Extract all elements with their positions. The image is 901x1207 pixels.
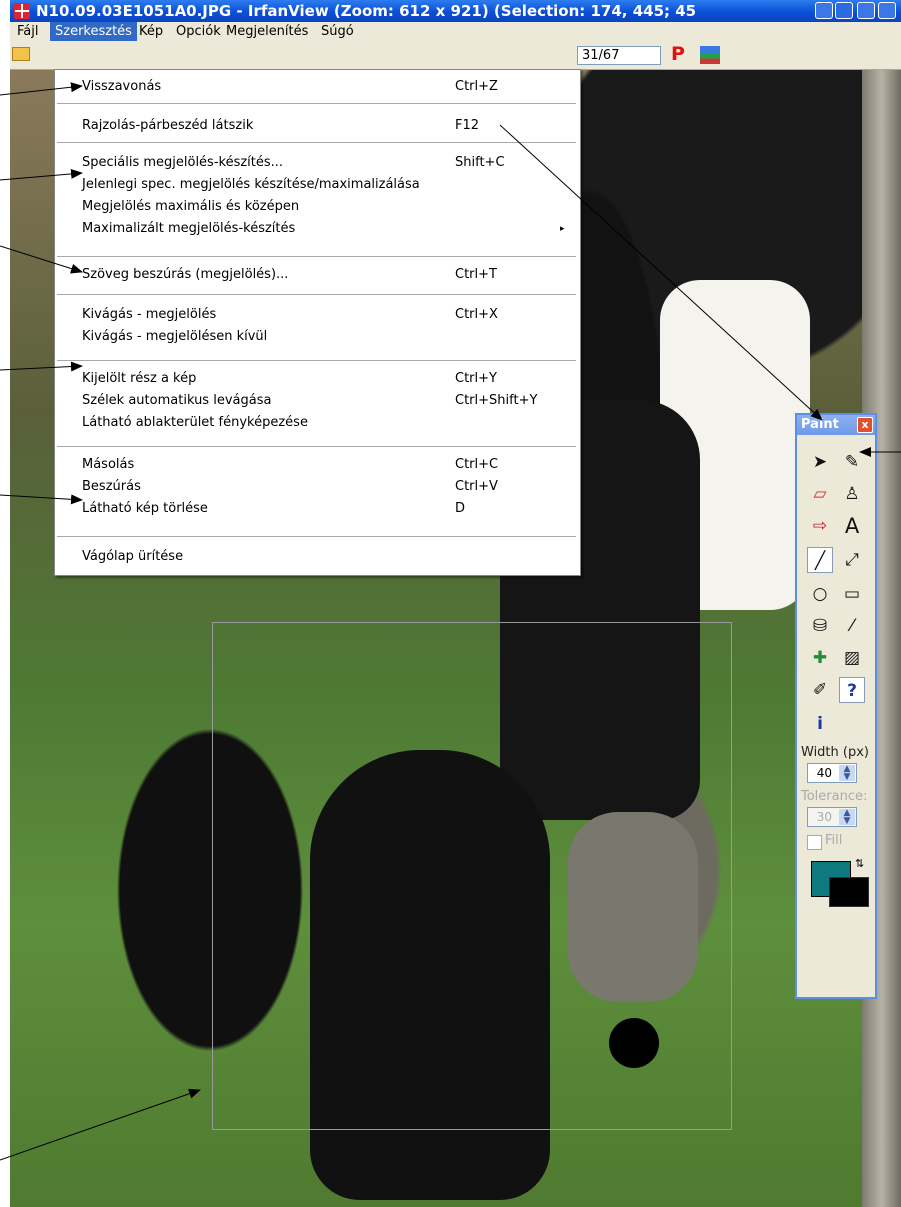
paint-p-icon[interactable]: P [671, 43, 685, 65]
toolbar: 31/67 P [10, 41, 901, 70]
width-label: Width (px) [801, 745, 869, 760]
menu-help[interactable]: Súgó [316, 22, 359, 41]
eraser-icon[interactable]: ▱ [807, 481, 833, 507]
swap-colors-icon[interactable]: ⇅ [855, 857, 864, 870]
fullscreen-icon[interactable] [835, 2, 853, 19]
tolerance-label: Tolerance: [801, 789, 868, 804]
smudge-icon[interactable]: ✐ [807, 677, 833, 703]
irfanview-window: N10.09.03E1051A0.JPG - IrfanView (Zoom: … [10, 0, 901, 1207]
paint-dialog: Paint x ➤ ✎ ▱ ♙ ⇨ A ╱ ⤢ ○ ▭ ⛁ ⁄ ✚ ▨ ✐ ? … [795, 413, 877, 999]
menu-item-custom-selection[interactable]: Speciális megjelölés-készítés... Shift+C [55, 152, 580, 174]
clone-stamp-icon[interactable]: ♙ [839, 481, 865, 507]
menu-separator [57, 294, 576, 295]
line-tool-icon[interactable]: ╱ [807, 547, 833, 573]
gradient-icon[interactable]: ▨ [839, 645, 865, 671]
paint-title-bar: Paint x [797, 415, 875, 435]
menu-item-cut-outside-selection[interactable]: Kivágás - megjelölésen kívül [55, 326, 580, 348]
menu-item-paste[interactable]: Beszúrás Ctrl+V [55, 476, 580, 498]
menu-item-maximized-selection[interactable]: Maximalizált megjelölés-készítés ▸ [55, 218, 580, 240]
background-color-swatch[interactable] [829, 877, 869, 907]
width-input[interactable]: 40 ▲ ▼ [807, 763, 857, 783]
paint-title: Paint [801, 417, 839, 432]
red-eye-icon[interactable]: ✚ [807, 645, 833, 671]
menu-item-crop-selection[interactable]: Kijelölt rész a kép Ctrl+Y [55, 368, 580, 390]
cursor-icon[interactable]: ➤ [807, 449, 833, 475]
help-icon[interactable]: ? [839, 677, 865, 703]
menu-edit[interactable]: Szerkesztés [50, 22, 137, 41]
rectangle-tool-icon[interactable]: ▭ [839, 581, 865, 607]
menu-separator [57, 536, 576, 537]
spin-arrows-icon[interactable]: ▲ ▼ [839, 765, 855, 782]
menu-item-cut-selection[interactable]: Kivágás - megjelölés Ctrl+X [55, 304, 580, 326]
menu-separator [57, 256, 576, 257]
menu-image[interactable]: Kép [134, 22, 168, 41]
menu-file[interactable]: Fájl [12, 22, 43, 41]
spin-arrows-icon[interactable]: ▲ ▼ [839, 809, 855, 826]
minimize-button[interactable] [857, 2, 875, 19]
circle-tool-icon[interactable]: ○ [807, 581, 833, 607]
menu-item-empty-clipboard[interactable]: Vágólap ürítése [55, 546, 580, 568]
menu-item-selection-max-center[interactable]: Megjelölés maximális és középen [55, 196, 580, 218]
toolbar-strip-icon[interactable] [815, 2, 833, 19]
menu-item-auto-crop-borders[interactable]: Szélek automatikus levágása Ctrl+Shift+Y [55, 390, 580, 412]
menu-item-insert-text[interactable]: Szöveg beszúrás (megjelölés)... Ctrl+T [55, 264, 580, 286]
text-tool-icon[interactable]: A [839, 513, 865, 539]
page-counter: 31/67 [577, 46, 661, 65]
submenu-arrow-icon: ▸ [560, 224, 565, 234]
menu-separator [57, 446, 576, 447]
color-picker-icon[interactable]: ⁄ [839, 613, 865, 639]
menu-item-delete-visible-image[interactable]: Látható kép törlése D [55, 498, 580, 520]
menu-item-capture-visible-area[interactable]: Látható ablakterület fényképezése [55, 412, 580, 434]
menu-item-copy[interactable]: Másolás Ctrl+C [55, 454, 580, 476]
color-replace-icon[interactable]: ⇨ [807, 513, 833, 539]
open-folder-icon[interactable] [12, 47, 30, 61]
menu-item-show-paint-dialog[interactable]: Rajzolás-párbeszéd látszik F12 [55, 115, 580, 137]
tolerance-input[interactable]: 30 ▲ ▼ [807, 807, 857, 827]
fill-label: Fill [825, 833, 843, 848]
selection-rectangle[interactable] [212, 622, 732, 1130]
edit-menu-dropdown: Visszavonás Ctrl+Z Rajzolás-párbeszéd lá… [54, 69, 581, 576]
title-bar: N10.09.03E1051A0.JPG - IrfanView (Zoom: … [10, 0, 901, 22]
window-title: N10.09.03E1051A0.JPG - IrfanView (Zoom: … [36, 2, 697, 20]
menu-item-current-custom-selection[interactable]: Jelenlegi spec. megjelölés készítése/max… [55, 174, 580, 196]
close-icon[interactable]: x [857, 417, 873, 433]
arrow-tool-icon[interactable]: ⤢ [839, 547, 865, 573]
menu-separator [57, 142, 576, 143]
menu-bar: Fájl Szerkesztés Kép Opciók Megjelenítés… [10, 22, 901, 41]
maximize-button[interactable] [878, 2, 896, 19]
menu-options[interactable]: Opciók [171, 22, 226, 41]
menu-view[interactable]: Megjelenítés [221, 22, 313, 41]
irfanview-icon [14, 3, 30, 19]
menu-separator [57, 103, 576, 104]
menu-separator [57, 360, 576, 361]
menu-item-undo[interactable]: Visszavonás Ctrl+Z [55, 76, 580, 98]
brush-icon[interactable]: ✎ [839, 449, 865, 475]
scan-icon[interactable] [700, 46, 720, 64]
fill-checkbox[interactable] [807, 835, 822, 850]
fill-bucket-icon[interactable]: ⛁ [807, 613, 833, 639]
info-icon[interactable]: i [807, 711, 833, 737]
